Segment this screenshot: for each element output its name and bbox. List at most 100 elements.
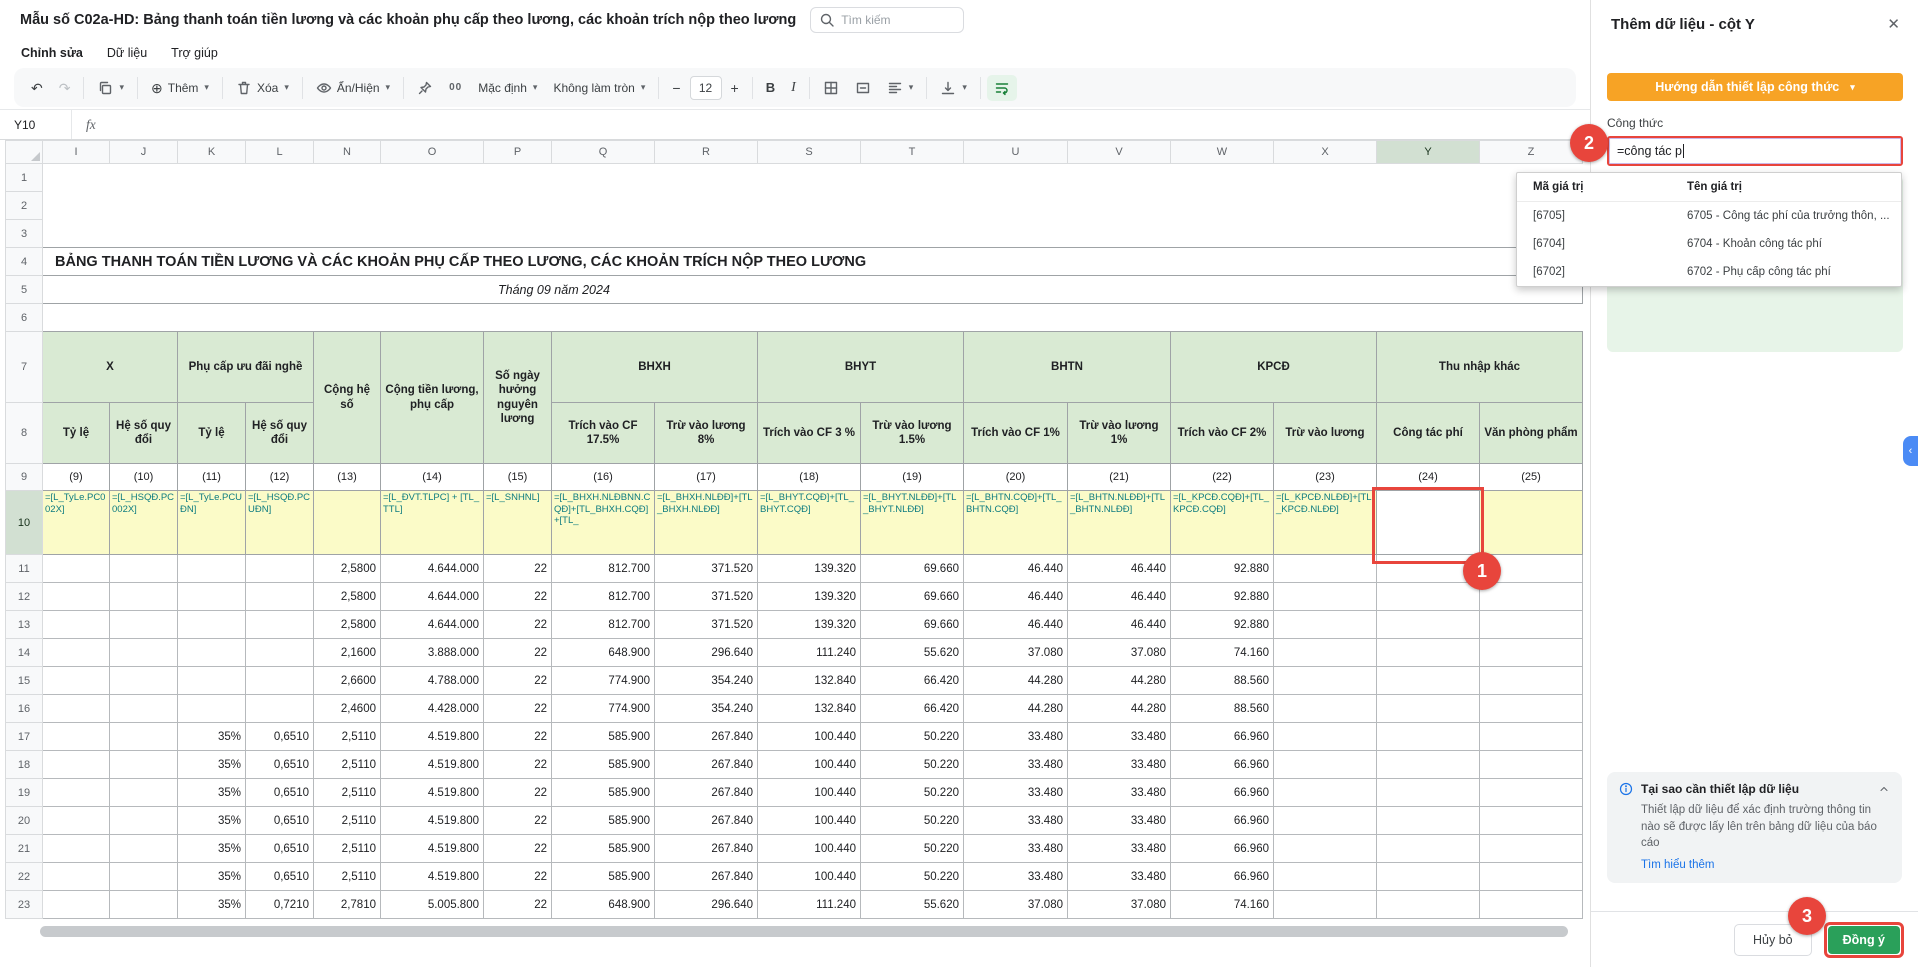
cell-O10[interactable]: =[L_ĐVT.TLPC] + [TL_TTL] xyxy=(381,491,484,555)
show-hide-button[interactable]: Ẩn/Hiện ▾ xyxy=(309,75,397,101)
cell-R23[interactable]: 296.640 xyxy=(655,891,758,919)
cell-N20[interactable]: 2,5110 xyxy=(314,807,381,835)
cell-I10[interactable]: =[L_TyLe.PC002X] xyxy=(43,491,110,555)
row-header-18[interactable]: 18 xyxy=(6,751,43,779)
cell-O13[interactable]: 4.644.000 xyxy=(381,611,484,639)
group-header-7[interactable]: BHTN xyxy=(964,332,1171,403)
column-header-K[interactable]: K xyxy=(178,141,246,164)
sub-header-9[interactable]: Trừ vào lương 1% xyxy=(1068,403,1171,464)
row-header-7[interactable]: 7 xyxy=(6,332,43,403)
cell-P21[interactable]: 22 xyxy=(484,835,552,863)
cell-V2[interactable] xyxy=(1068,192,1171,220)
group-header-8[interactable]: KPCĐ xyxy=(1171,332,1377,403)
cell-Y2[interactable] xyxy=(1377,192,1480,220)
cell-N12[interactable]: 2,5800 xyxy=(314,583,381,611)
cell-K14[interactable] xyxy=(178,639,246,667)
group-header-9[interactable]: Thu nhập khác xyxy=(1377,332,1583,403)
group-header-0[interactable]: X xyxy=(43,332,178,403)
cell-P16[interactable]: 22 xyxy=(484,695,552,723)
search-box[interactable] xyxy=(810,7,964,33)
cell-P14[interactable]: 22 xyxy=(484,639,552,667)
cell-P1[interactable] xyxy=(484,164,552,192)
group-header-2[interactable]: Cộng hệ số xyxy=(314,332,381,464)
cell-R22[interactable]: 267.840 xyxy=(655,863,758,891)
cell-L19[interactable]: 0,6510 xyxy=(246,779,314,807)
cell-J2[interactable] xyxy=(110,192,178,220)
cell-X16[interactable] xyxy=(1274,695,1377,723)
cell-K17[interactable]: 35% xyxy=(178,723,246,751)
rounding-dropdown[interactable]: Không làm tròn ▾ xyxy=(546,76,652,100)
row-header-20[interactable]: 20 xyxy=(6,807,43,835)
cell-T21[interactable]: 50.220 xyxy=(861,835,964,863)
cell-U1[interactable] xyxy=(964,164,1068,192)
cell-J20[interactable] xyxy=(110,807,178,835)
row-header-10[interactable]: 10 xyxy=(6,491,43,555)
cell-P19[interactable]: 22 xyxy=(484,779,552,807)
cell-V18[interactable]: 33.480 xyxy=(1068,751,1171,779)
cell-N10[interactable] xyxy=(314,491,381,555)
cell-I12[interactable] xyxy=(43,583,110,611)
cell-Z20[interactable] xyxy=(1480,807,1583,835)
cell-T6[interactable] xyxy=(861,304,964,332)
cell-U17[interactable]: 33.480 xyxy=(964,723,1068,751)
sub-header-4[interactable]: Trích vào CF 17.5% xyxy=(552,403,655,464)
cell-R21[interactable]: 267.840 xyxy=(655,835,758,863)
cell-W19[interactable]: 66.960 xyxy=(1171,779,1274,807)
cell-V21[interactable]: 33.480 xyxy=(1068,835,1171,863)
cell-Q18[interactable]: 585.900 xyxy=(552,751,655,779)
cell-W11[interactable]: 92.880 xyxy=(1171,555,1274,583)
cell-Z15[interactable] xyxy=(1480,667,1583,695)
cell-V23[interactable]: 37.080 xyxy=(1068,891,1171,919)
cell-J15[interactable] xyxy=(110,667,178,695)
cell-K1[interactable] xyxy=(178,164,246,192)
cell-Q2[interactable] xyxy=(552,192,655,220)
column-number-6[interactable]: (15) xyxy=(484,464,552,491)
cell-P10[interactable]: =[L_SNHNL] xyxy=(484,491,552,555)
cell-I2[interactable] xyxy=(43,192,110,220)
cell-W22[interactable]: 66.960 xyxy=(1171,863,1274,891)
cell-I18[interactable] xyxy=(43,751,110,779)
cell-R15[interactable]: 354.240 xyxy=(655,667,758,695)
cell-R10[interactable]: =[L_BHXH.NLĐĐ]+[TL_BHXH.NLĐĐ] xyxy=(655,491,758,555)
sub-header-10[interactable]: Trích vào CF 2% xyxy=(1171,403,1274,464)
cell-J12[interactable] xyxy=(110,583,178,611)
cell-X10[interactable]: =[L_KPCĐ.NLĐĐ]+[TL_KPCĐ.NLĐĐ] xyxy=(1274,491,1377,555)
cell-K6[interactable] xyxy=(178,304,246,332)
cell-U16[interactable]: 44.280 xyxy=(964,695,1068,723)
row-header-11[interactable]: 11 xyxy=(6,555,43,583)
cell-V13[interactable]: 46.440 xyxy=(1068,611,1171,639)
cell-O11[interactable]: 4.644.000 xyxy=(381,555,484,583)
cell-T15[interactable]: 66.420 xyxy=(861,667,964,695)
cell-J18[interactable] xyxy=(110,751,178,779)
cell-N14[interactable]: 2,1600 xyxy=(314,639,381,667)
cell-R20[interactable]: 267.840 xyxy=(655,807,758,835)
cell-V10[interactable]: =[L_BHTN.NLĐĐ]+[TL_BHTN.NLĐĐ] xyxy=(1068,491,1171,555)
cell-Q17[interactable]: 585.900 xyxy=(552,723,655,751)
cell-J1[interactable] xyxy=(110,164,178,192)
cell-Y14[interactable] xyxy=(1377,639,1480,667)
cell-T17[interactable]: 50.220 xyxy=(861,723,964,751)
cell-Y18[interactable] xyxy=(1377,751,1480,779)
cell-V3[interactable] xyxy=(1068,220,1171,248)
cell-L3[interactable] xyxy=(246,220,314,248)
cell-K10[interactable]: =[L_TyLe.PCUĐN] xyxy=(178,491,246,555)
cell-S21[interactable]: 100.440 xyxy=(758,835,861,863)
column-header-T[interactable]: T xyxy=(861,141,964,164)
column-number-7[interactable]: (16) xyxy=(552,464,655,491)
row-header-21[interactable]: 21 xyxy=(6,835,43,863)
cell-U18[interactable]: 33.480 xyxy=(964,751,1068,779)
column-header-Z[interactable]: Z xyxy=(1480,141,1583,164)
pin-button[interactable] xyxy=(410,75,440,101)
cell-Q22[interactable]: 585.900 xyxy=(552,863,655,891)
cell-L13[interactable] xyxy=(246,611,314,639)
cell-R13[interactable]: 371.520 xyxy=(655,611,758,639)
column-number-8[interactable]: (17) xyxy=(655,464,758,491)
cell-W6[interactable] xyxy=(1171,304,1274,332)
cell-Z6[interactable] xyxy=(1480,304,1583,332)
group-header-4[interactable]: Số ngày hưởng nguyên lương xyxy=(484,332,552,464)
cell-O3[interactable] xyxy=(381,220,484,248)
cell-S10[interactable]: =[L_BHYT.CQĐ]+[TL_BHYT.CQĐ] xyxy=(758,491,861,555)
row-header-8[interactable]: 8 xyxy=(6,403,43,464)
cell-N21[interactable]: 2,5110 xyxy=(314,835,381,863)
cell-R1[interactable] xyxy=(655,164,758,192)
